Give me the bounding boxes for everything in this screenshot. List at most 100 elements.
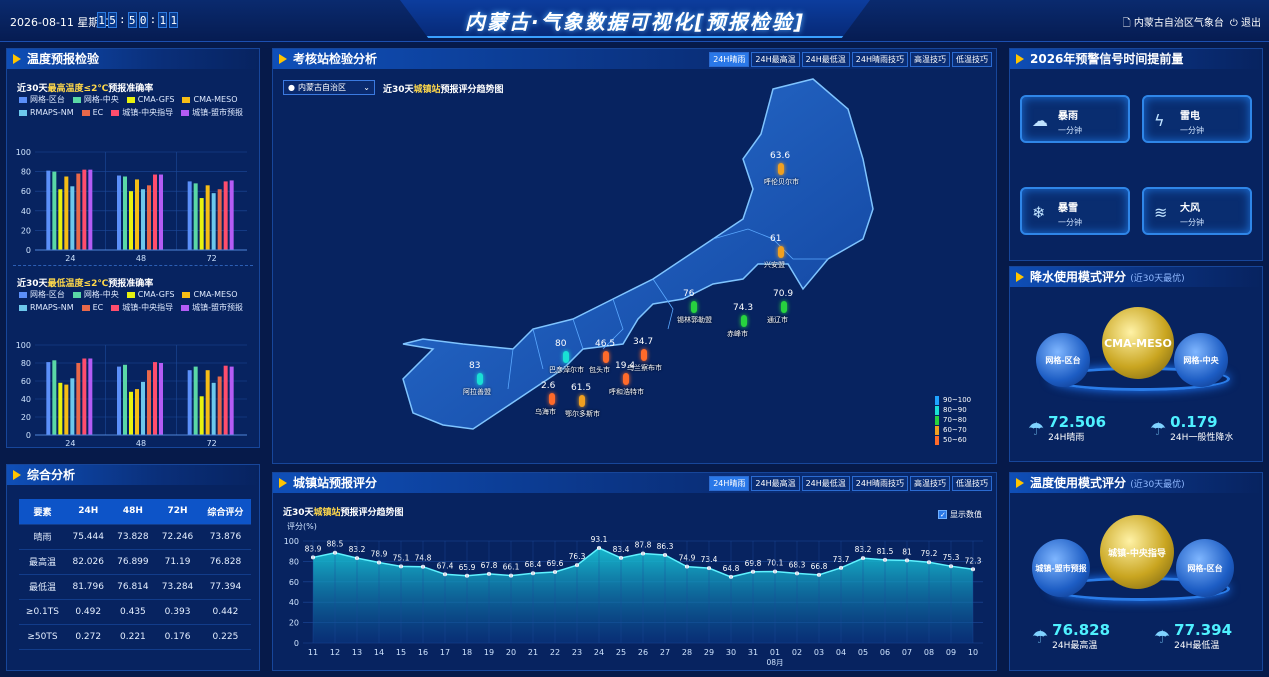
bar[interactable] <box>217 189 222 250</box>
legend-item[interactable]: 网格-中央 <box>72 289 119 300</box>
bar[interactable] <box>58 189 63 250</box>
bar[interactable] <box>153 174 157 250</box>
logout-button[interactable]: ⏻ 退出 <box>1230 14 1261 33</box>
show-values-toggle[interactable]: ✓ 显示数值 <box>938 509 982 520</box>
bar[interactable] <box>117 175 121 250</box>
bar[interactable] <box>199 396 204 435</box>
legend-item[interactable]: RMAPS-NM <box>19 107 74 118</box>
bar[interactable] <box>135 389 139 435</box>
legend-item[interactable]: EC <box>81 107 103 118</box>
legend-item[interactable]: CMA-MESO <box>182 94 238 105</box>
legend-item[interactable]: 网格-中央 <box>72 94 119 105</box>
tab[interactable]: 高温技巧 <box>910 476 950 491</box>
bar[interactable] <box>82 169 87 250</box>
bar[interactable] <box>199 198 204 250</box>
x-tick-label: 21 <box>528 648 538 657</box>
bar[interactable] <box>159 174 163 250</box>
bar[interactable] <box>46 362 51 435</box>
city-marker[interactable] <box>477 373 483 385</box>
city-marker[interactable] <box>549 393 555 405</box>
bar[interactable] <box>187 181 192 250</box>
bar[interactable] <box>193 366 198 435</box>
bar[interactable] <box>187 370 192 435</box>
warning-card[interactable]: ≋ 大风 一分钟 <box>1142 187 1252 235</box>
warning-name: 雷电 <box>1180 111 1200 122</box>
bar[interactable] <box>76 173 81 250</box>
legend-item[interactable]: EC <box>81 302 103 313</box>
bar[interactable] <box>135 179 139 250</box>
city-marker[interactable] <box>579 395 585 407</box>
bar[interactable] <box>217 376 222 436</box>
tab[interactable]: 24H晴雨技巧 <box>851 476 908 491</box>
city-marker[interactable] <box>563 351 569 363</box>
bar[interactable] <box>123 176 127 251</box>
bar[interactable] <box>64 384 69 435</box>
legend-item[interactable]: CMA-GFS <box>126 289 174 300</box>
city-marker[interactable] <box>603 351 609 363</box>
legend-item[interactable]: CMA-MESO <box>182 289 238 300</box>
bar[interactable] <box>52 171 57 250</box>
legend-item[interactable]: 城镇-中央指导 <box>111 107 173 118</box>
bar[interactable] <box>129 191 133 250</box>
legend-item[interactable]: 城镇-盟市预报 <box>181 107 243 118</box>
city-marker[interactable] <box>778 163 784 175</box>
bar[interactable] <box>88 169 93 250</box>
city-marker[interactable] <box>741 315 747 327</box>
table-row[interactable]: 最低温 81.796 76.814 73.284 77.394 <box>19 574 251 600</box>
table-row[interactable]: ≥50TS 0.272 0.221 0.176 0.225 <box>19 624 251 650</box>
bar[interactable] <box>46 170 51 250</box>
bar[interactable] <box>58 382 63 435</box>
city-marker[interactable] <box>778 246 784 258</box>
bar[interactable] <box>211 382 216 435</box>
legend-item[interactable]: 网格-区台 <box>19 289 65 300</box>
legend-item[interactable]: RMAPS-NM <box>19 302 74 313</box>
bar[interactable] <box>76 363 81 435</box>
warning-name: 暴雪 <box>1058 203 1078 214</box>
city-marker[interactable] <box>641 349 647 361</box>
bar[interactable] <box>205 185 210 250</box>
legend-label: 城镇-中央指导 <box>122 303 174 312</box>
legend-item[interactable]: 城镇-盟市预报 <box>181 302 243 313</box>
city-marker[interactable] <box>781 301 787 313</box>
bar[interactable] <box>211 193 216 250</box>
bar[interactable] <box>229 366 234 435</box>
city-marker[interactable] <box>623 373 629 385</box>
warning-name: 大风 <box>1180 203 1200 214</box>
table-row[interactable]: 最高温 82.026 76.899 71.19 76.828 <box>19 549 251 575</box>
bar[interactable] <box>193 183 198 250</box>
legend-item[interactable]: 网格-区台 <box>19 94 65 105</box>
bar[interactable] <box>153 362 157 435</box>
table-row[interactable]: ≥0.1TS 0.492 0.435 0.393 0.442 <box>19 599 251 625</box>
org-link[interactable]: 🗋 内蒙古自治区气象台 <box>1123 14 1224 33</box>
bar[interactable] <box>123 364 127 435</box>
bar[interactable] <box>129 391 133 435</box>
bar[interactable] <box>141 189 145 250</box>
bar[interactable] <box>159 363 163 435</box>
tab[interactable]: 24H最低温 <box>801 476 850 491</box>
table-row[interactable]: 晴雨 75.444 73.828 72.246 73.876 <box>19 524 251 550</box>
bar[interactable] <box>70 378 75 435</box>
bar[interactable] <box>117 366 121 435</box>
tab[interactable]: 24H晴雨 <box>709 476 750 491</box>
bar[interactable] <box>205 370 210 435</box>
bar[interactable] <box>70 186 75 250</box>
color-swatch <box>935 425 939 435</box>
tab[interactable]: 低温技巧 <box>952 476 992 491</box>
bar[interactable] <box>147 370 151 435</box>
bar[interactable] <box>223 181 228 250</box>
city-marker[interactable] <box>691 301 697 313</box>
bar[interactable] <box>141 381 145 435</box>
warning-card[interactable]: ☁ 暴雨 一分钟 <box>1020 95 1130 143</box>
warning-card[interactable]: ❄ 暴雪 一分钟 <box>1020 187 1130 235</box>
legend-item[interactable]: CMA-GFS <box>126 94 174 105</box>
legend-item[interactable]: 城镇-中央指导 <box>111 302 173 313</box>
bar[interactable] <box>64 176 69 251</box>
warning-card[interactable]: ϟ 雷电 一分钟 <box>1142 95 1252 143</box>
bar[interactable] <box>88 358 93 436</box>
tab[interactable]: 24H最高温 <box>751 476 800 491</box>
bar[interactable] <box>147 185 151 250</box>
bar[interactable] <box>82 358 87 436</box>
bar[interactable] <box>229 180 234 250</box>
bar[interactable] <box>52 360 57 435</box>
bar[interactable] <box>223 365 228 435</box>
